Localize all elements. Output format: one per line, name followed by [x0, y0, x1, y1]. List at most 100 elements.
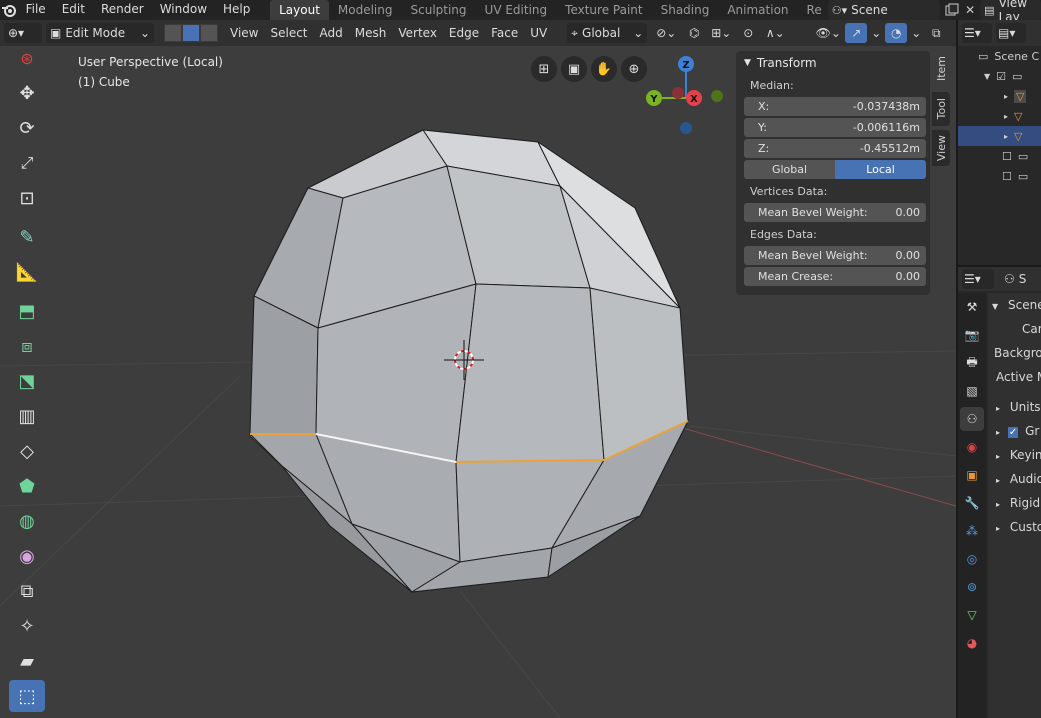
- outliner-row-camera[interactable]: ▸ ▽: [958, 86, 1041, 106]
- tab-sculpting[interactable]: Sculpting: [402, 0, 476, 20]
- transform-panel-header[interactable]: ▼ Transform: [736, 51, 930, 75]
- audio-panel[interactable]: ▸ Audio: [988, 467, 1041, 491]
- view-layer-selector[interactable]: ▤ View Lay: [980, 0, 1041, 24]
- tab-view[interactable]: View: [932, 130, 950, 166]
- menu-edit[interactable]: Edit: [54, 0, 93, 20]
- particles-props-tab[interactable]: ⁂: [960, 519, 984, 543]
- outliner-row-collection[interactable]: ▼ ☑ ▭: [958, 66, 1041, 86]
- gizmo-neg-y-axis[interactable]: [711, 90, 723, 102]
- median-y-field[interactable]: Y: -0.006116m: [744, 118, 926, 137]
- tab-tool[interactable]: Tool: [932, 92, 950, 126]
- tool-poly-build[interactable]: ⬟: [9, 470, 45, 502]
- menu-view[interactable]: View: [224, 23, 264, 43]
- custom-properties-panel[interactable]: ▸ Custom: [988, 515, 1041, 539]
- material-props-tab[interactable]: ◕: [960, 631, 984, 655]
- outliner-row-collection-3[interactable]: ☐ ▭: [958, 166, 1041, 186]
- menu-mesh[interactable]: Mesh: [349, 23, 393, 43]
- proportional-edit-icon[interactable]: ⊙: [737, 23, 759, 43]
- tool-scale[interactable]: ⤢: [9, 147, 45, 179]
- tool-props-tab[interactable]: ⚒: [960, 295, 984, 319]
- snap-target-icon[interactable]: ⊞⌄: [707, 23, 735, 43]
- gravity-checkbox[interactable]: ✓: [1007, 427, 1019, 438]
- outliner-row-cube[interactable]: ▸ ▽: [958, 126, 1041, 146]
- tab-uv-editing[interactable]: UV Editing: [476, 0, 557, 20]
- tool-transform[interactable]: ⊡: [9, 182, 45, 214]
- menu-window[interactable]: Window: [152, 0, 215, 20]
- menu-add[interactable]: Add: [314, 23, 349, 43]
- overlays-toggle-icon[interactable]: ◔: [885, 23, 908, 43]
- gizmo-neg-x-axis[interactable]: [672, 87, 684, 99]
- global-space-button[interactable]: Global: [744, 160, 835, 179]
- new-scene-icon[interactable]: [944, 0, 960, 20]
- scene-selector[interactable]: ⚇▾ Scene: [827, 0, 940, 20]
- transform-orientation-selector[interactable]: ⌖ Global ⌄: [567, 23, 648, 43]
- 3d-viewport[interactable]: Z Y X User Perspective (Local) (1) Cube …: [0, 46, 956, 718]
- tab-shading[interactable]: Shading: [652, 0, 719, 20]
- gizmo-dropdown-icon[interactable]: ⌄: [869, 23, 883, 43]
- tool-measure[interactable]: 📐: [9, 256, 45, 288]
- gravity-panel[interactable]: ▸ ✓ Gr: [988, 419, 1041, 443]
- overlays-dropdown-icon[interactable]: ⌄: [909, 23, 923, 43]
- scene-section-header[interactable]: ▼ Scene: [988, 293, 1041, 317]
- xray-toggle-icon[interactable]: ⧉: [925, 23, 947, 43]
- local-space-button[interactable]: Local: [835, 160, 926, 179]
- active-movie-clip-row[interactable]: Active M: [988, 365, 1041, 389]
- menu-render[interactable]: Render: [93, 0, 152, 20]
- visibility-icon[interactable]: 👁⌄: [813, 23, 843, 43]
- tool-smooth[interactable]: ◉: [9, 540, 45, 572]
- menu-edge[interactable]: Edge: [443, 23, 485, 43]
- tool-edge-slide[interactable]: ⧉: [9, 575, 45, 607]
- render-props-tab[interactable]: 📷: [960, 323, 984, 347]
- tool-inset[interactable]: ⧈: [9, 330, 45, 362]
- tab-modeling[interactable]: Modeling: [329, 0, 402, 20]
- mode-selector[interactable]: ▣ Edit Mode ⌄: [46, 23, 154, 43]
- keying-sets-panel[interactable]: ▸ Keying: [988, 443, 1041, 467]
- menu-select[interactable]: Select: [264, 23, 313, 43]
- menu-face[interactable]: Face: [485, 23, 524, 43]
- gizmo-toggle-icon[interactable]: ↗: [845, 23, 868, 43]
- tool-extrude[interactable]: ⬒: [9, 295, 45, 327]
- camera-view-button[interactable]: ▣: [561, 56, 587, 82]
- menu-vertex[interactable]: Vertex: [392, 23, 443, 43]
- tool-bevel[interactable]: ⬔: [9, 365, 45, 397]
- checkbox-icon[interactable]: ☑: [996, 70, 1006, 83]
- menu-help[interactable]: Help: [215, 0, 258, 20]
- tab-texture-paint[interactable]: Texture Paint: [556, 0, 651, 20]
- falloff-icon[interactable]: ∧⌄: [761, 23, 789, 43]
- face-select-button[interactable]: [200, 24, 218, 42]
- data-props-tab[interactable]: ▽: [960, 603, 984, 627]
- outliner-editor-type[interactable]: ☰▾: [962, 23, 992, 43]
- modifier-props-tab[interactable]: 🔧: [960, 491, 984, 515]
- object-props-tab[interactable]: ▣: [960, 463, 984, 487]
- rigid-body-panel[interactable]: ▸ Rigid B: [988, 491, 1041, 515]
- tool-spin[interactable]: ◍: [9, 505, 45, 537]
- pivot-point-icon[interactable]: ⊘⌄: [651, 23, 681, 43]
- toggle-camera-view-button[interactable]: ⊞: [531, 56, 557, 82]
- constraints-props-tab[interactable]: ⊚: [960, 575, 984, 599]
- median-z-field[interactable]: Z: -0.45512m: [744, 139, 926, 158]
- gizmo-neg-z-axis[interactable]: [680, 122, 692, 134]
- vertex-select-button[interactable]: [164, 24, 182, 42]
- checkbox-icon[interactable]: ☐: [1002, 170, 1012, 183]
- tool-loop-cut[interactable]: ▥: [9, 400, 45, 432]
- delete-scene-icon[interactable]: ✕: [962, 0, 978, 20]
- tab-rendering[interactable]: Re: [798, 0, 826, 20]
- tool-cursor[interactable]: ⊛: [9, 46, 45, 74]
- physics-props-tab[interactable]: ◎: [960, 547, 984, 571]
- view-layer-props-tab[interactable]: ▧: [960, 379, 984, 403]
- snap-icon[interactable]: ⌬: [683, 23, 705, 43]
- units-panel[interactable]: ▸ Units: [988, 395, 1041, 419]
- output-props-tab[interactable]: 🖶: [960, 351, 984, 375]
- outliner-row-scene-collection[interactable]: ▭ Scene C: [958, 46, 1041, 66]
- checkbox-icon[interactable]: ☐: [1002, 150, 1012, 163]
- menu-file[interactable]: File: [18, 0, 54, 20]
- blender-logo-icon[interactable]: [0, 0, 18, 20]
- scene-props-tab[interactable]: ⚇: [960, 407, 984, 431]
- tab-layout[interactable]: Layout: [270, 0, 329, 20]
- tool-rip-region[interactable]: ⬚: [9, 680, 45, 712]
- outliner-row-collection-2[interactable]: ☐ ▭: [958, 146, 1041, 166]
- world-props-tab[interactable]: ◉: [960, 435, 984, 459]
- median-x-field[interactable]: X: -0.037438m: [744, 97, 926, 116]
- background-row[interactable]: Backgrou: [988, 341, 1041, 365]
- tool-shrink-fatten[interactable]: ✧: [9, 610, 45, 642]
